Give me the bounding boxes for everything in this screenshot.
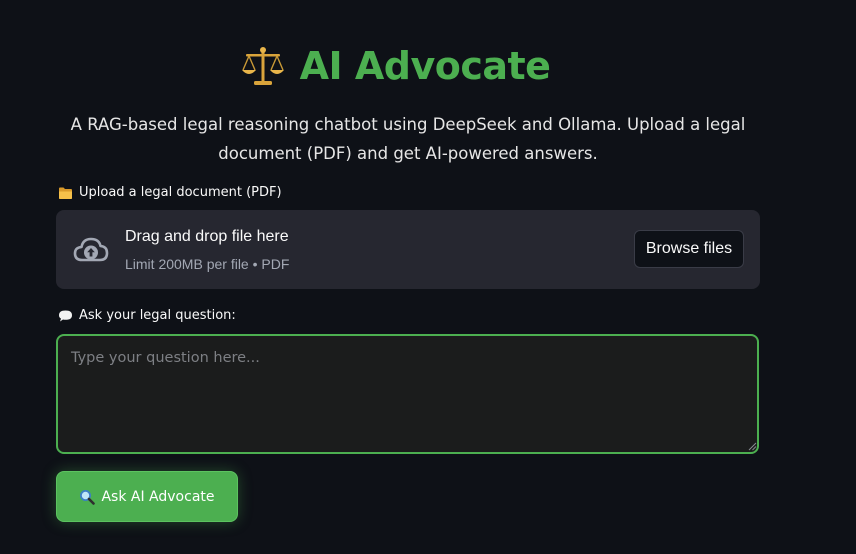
resize-grip-icon[interactable]	[748, 442, 757, 451]
app-page: AI Advocate A RAG-based legal reasoning …	[0, 0, 856, 554]
browse-files-button[interactable]: Browse files	[634, 230, 744, 268]
upload-label-text: Upload a legal document (PDF)	[79, 185, 282, 200]
folder-icon	[59, 187, 72, 199]
upload-label: Upload a legal document (PDF)	[58, 185, 282, 200]
file-dropzone[interactable]: Drag and drop file here Limit 200MB per …	[56, 210, 760, 289]
speech-bubble-icon	[59, 310, 72, 321]
app-title: AI Advocate	[299, 44, 551, 88]
dropzone-limit: Limit 200MB per file • PDF	[125, 256, 290, 272]
app-subtitle: A RAG-based legal reasoning chatbot usin…	[70, 115, 746, 163]
dropzone-instructions: Drag and drop file here	[125, 228, 289, 245]
page-header: AI Advocate	[0, 40, 790, 92]
question-label-text: Ask your legal question:	[79, 308, 236, 323]
ask-button-label: Ask AI Advocate	[101, 488, 215, 505]
question-label: Ask your legal question:	[58, 308, 236, 323]
question-input[interactable]	[56, 334, 759, 454]
ask-ai-advocate-button[interactable]: Ask AI Advocate	[56, 471, 238, 522]
balance-scale-icon	[241, 47, 284, 85]
magnifier-icon	[80, 489, 96, 505]
cloud-upload-icon	[73, 237, 109, 262]
